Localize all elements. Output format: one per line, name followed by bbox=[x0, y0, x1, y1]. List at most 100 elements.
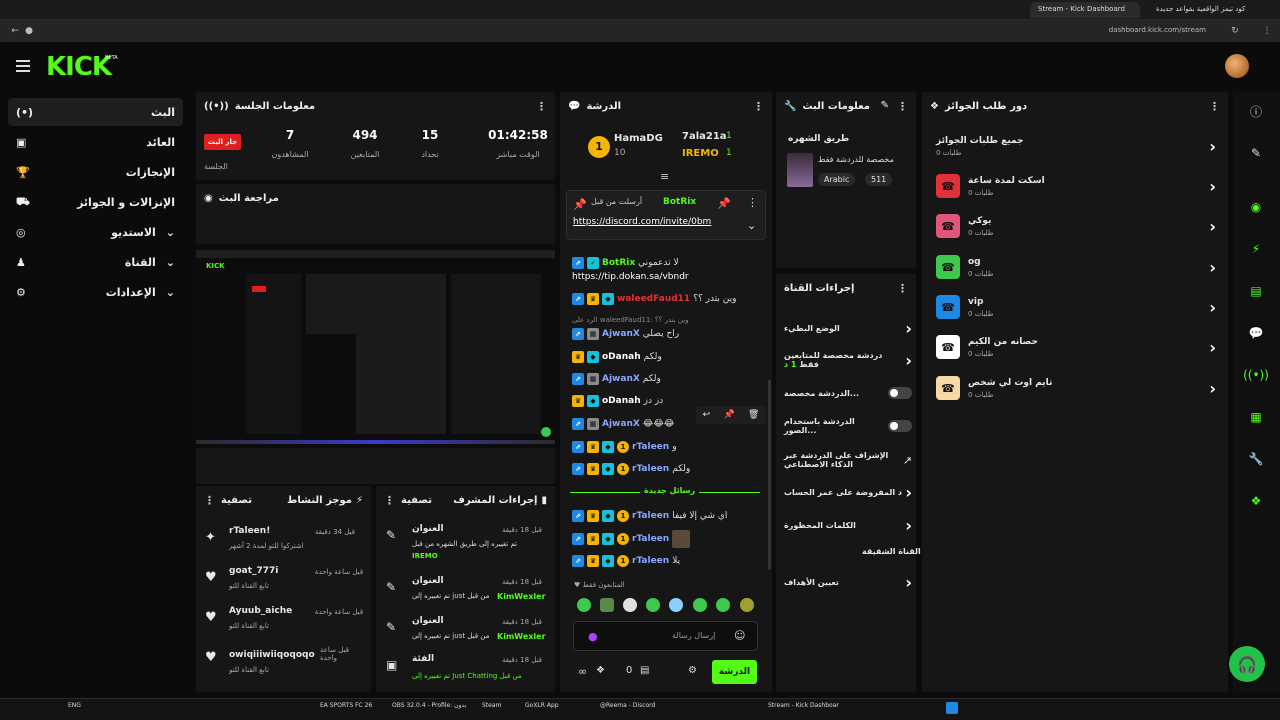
filter-button[interactable]: تصفية bbox=[401, 495, 432, 506]
infinity-icon[interactable]: ∞ bbox=[578, 665, 587, 678]
sidebar-item-drops[interactable]: ⛟ الإنزالات و الجوائز bbox=[8, 188, 183, 216]
mod-user[interactable]: IREMO bbox=[412, 552, 438, 560]
emote-icon[interactable] bbox=[716, 598, 730, 612]
chat-user[interactable]: oDanah bbox=[602, 352, 641, 362]
sidebar-item-revenue[interactable]: ▣ العائد bbox=[8, 128, 183, 156]
chat-message[interactable]: ⇗ ♛ ◆ 1 rTaleen ولكم bbox=[572, 460, 690, 478]
emote-icon[interactable] bbox=[623, 598, 637, 612]
chat-image[interactable] bbox=[672, 530, 691, 548]
chat-input[interactable]: ● إرسال رسالة ☺ bbox=[573, 621, 758, 651]
stream-preview-video[interactable]: KICK bbox=[196, 244, 555, 448]
reward-item[interactable]: ☎ يوكي 0 طلبات › bbox=[936, 208, 1216, 244]
reward-all-item[interactable]: جميع طلبات الجوائز 0 طلبات › bbox=[936, 128, 1216, 164]
reply-icon[interactable]: ↩ bbox=[703, 410, 711, 420]
info-icon[interactable]: ⓘ bbox=[1245, 100, 1267, 122]
emoji-icon[interactable]: ☺ bbox=[734, 629, 745, 642]
document-icon[interactable]: ▤ bbox=[1245, 280, 1267, 302]
slow-mode-item[interactable]: الوضع البطيء › bbox=[784, 318, 912, 338]
profile-icon[interactable]: ● bbox=[24, 26, 34, 36]
emote-only-item[interactable]: الدردشة باستخدام الصور... bbox=[784, 417, 912, 435]
reward-item[interactable]: ☎ حصانه من الكيم 0 طلبات › bbox=[936, 329, 1216, 365]
reward-item[interactable]: ☎ vip 0 طلبات › bbox=[936, 289, 1216, 325]
chat-message[interactable]: ⇗ ♛ ◆ 1 rTaleen اي شي إلا فيفا bbox=[572, 507, 727, 525]
tab-kick-dashboard[interactable]: Stream - Kick Dashboard bbox=[1030, 2, 1140, 18]
emote-icon[interactable] bbox=[600, 598, 614, 612]
sidebar-item-stream[interactable]: (•) البث bbox=[8, 98, 183, 126]
activity-user[interactable]: goat_777i bbox=[229, 566, 278, 576]
taskbar-app[interactable]: EA SPORTS FC 26 bbox=[320, 702, 372, 709]
hamburger-menu-icon[interactable] bbox=[16, 60, 30, 72]
taskbar-app[interactable]: Steam bbox=[482, 702, 501, 709]
ai-moderation-item[interactable]: الإشراف على الدردشة عبر الذكاء الاصطناعي… bbox=[784, 446, 912, 474]
chat-message[interactable]: ⇗ ▦ AjwanX ولكم bbox=[572, 370, 661, 388]
send-chat-button[interactable]: الدرشة bbox=[712, 660, 757, 684]
mod-user[interactable]: KimWexler bbox=[497, 592, 546, 601]
kick-logo[interactable]: KICK bbox=[46, 52, 112, 82]
reward-item[interactable]: ☎ اسكت لمدة ساعة 0 طلبات › bbox=[936, 168, 1216, 204]
chat-text[interactable]: https://tip.dokan.sa/vbndr bbox=[572, 272, 689, 282]
language-indicator[interactable]: ENG bbox=[68, 702, 81, 709]
support-chat-button[interactable]: 🎧 bbox=[1229, 646, 1265, 682]
bolt-icon[interactable]: ⚡ bbox=[1245, 238, 1267, 260]
chat-user[interactable]: rTaleen bbox=[632, 534, 669, 544]
sister-channel-item[interactable]: القناة الشقيقة bbox=[862, 547, 921, 556]
chat-message[interactable]: ⇗ ♛ ◆ 1 rTaleen يلا bbox=[572, 552, 680, 570]
chat-user[interactable]: AjwanX bbox=[602, 419, 640, 429]
emote-icon[interactable] bbox=[740, 598, 754, 612]
chat-user[interactable]: rTaleen bbox=[632, 511, 669, 521]
chat-message[interactable]: https://tip.dokan.sa/vbndr bbox=[572, 268, 689, 286]
windows-start-icon[interactable] bbox=[946, 702, 958, 714]
chat-user[interactable]: rTaleen bbox=[632, 464, 669, 474]
activity-user[interactable]: Ayuub_aiche bbox=[229, 606, 292, 616]
more-options-icon[interactable]: ⋮ bbox=[384, 494, 395, 507]
stream-tag[interactable]: Arabic bbox=[818, 173, 856, 186]
emote-only-toggle[interactable] bbox=[888, 420, 912, 432]
activity-user[interactable]: owiqiiiwiiqoqoqo bbox=[229, 650, 315, 660]
taskbar-app[interactable]: GoXLR App bbox=[525, 702, 559, 709]
sidebar-item-studio[interactable]: ◎ الاستديو ⌄ bbox=[8, 218, 183, 246]
followers-only-item[interactable]: دردشة مخصصة للمتابعين فقط 1 د › bbox=[784, 346, 912, 374]
pinned-link[interactable]: https://discord.com/invite/0bm bbox=[573, 217, 711, 227]
mod-user[interactable]: KimWexler bbox=[497, 632, 546, 641]
camera-icon[interactable]: ◉ bbox=[1245, 196, 1267, 218]
menu-icon[interactable]: ⋮ bbox=[1262, 26, 1272, 36]
filter-button[interactable]: تصفية bbox=[221, 495, 252, 506]
more-options-icon[interactable]: ⋮ bbox=[536, 100, 547, 113]
emote-icon[interactable] bbox=[646, 598, 660, 612]
collapse-icon[interactable]: ≡ bbox=[660, 170, 669, 183]
chat-user[interactable]: rTaleen bbox=[632, 442, 669, 452]
points-icon[interactable]: ❖ bbox=[596, 665, 605, 676]
chat-user[interactable]: waleedFaud11 bbox=[617, 294, 690, 304]
taskbar-app[interactable]: Stream - Kick Dashboar bbox=[768, 702, 839, 709]
chat-user[interactable]: AjwanX bbox=[602, 329, 640, 339]
back-icon[interactable]: ← bbox=[10, 26, 20, 36]
sidebar-item-settings[interactable]: ⚙ الإعدادات ⌄ bbox=[8, 278, 183, 306]
reward-item[interactable]: ☎ تايم اوت لي شخص 0 طلبات › bbox=[936, 370, 1216, 406]
chat-user[interactable]: oDanah bbox=[602, 396, 641, 406]
layout-icon[interactable]: ▦ bbox=[1245, 406, 1267, 428]
chevron-down-icon[interactable]: ⌄ bbox=[747, 219, 756, 232]
chat-message[interactable]: ♛ ◆ oDanah ولكم bbox=[572, 348, 662, 366]
chat-message[interactable]: ♛ ◆ oDanah دز دز bbox=[572, 392, 663, 410]
rewards-icon[interactable]: ❖ bbox=[1245, 490, 1267, 512]
chat-user[interactable]: AjwanX bbox=[602, 374, 640, 384]
subs-only-item[interactable]: الدردشة مخصصة... bbox=[784, 384, 912, 402]
sidebar-item-achievements[interactable]: 🏆 الإنجازات bbox=[8, 158, 183, 186]
more-options-icon[interactable]: ⋮ bbox=[753, 100, 764, 113]
more-options-icon[interactable]: ⋮ bbox=[1209, 100, 1220, 113]
stream-category[interactable]: طريق الشهره bbox=[788, 134, 849, 144]
refresh-icon[interactable]: ↻ bbox=[1230, 26, 1240, 36]
more-options-icon[interactable]: ⋮ bbox=[747, 196, 758, 209]
account-age-item[interactable]: د المفروضة على عمر الحساب › bbox=[784, 483, 912, 502]
pinned-user[interactable]: BotRix bbox=[663, 197, 696, 207]
subs-only-toggle[interactable] bbox=[888, 387, 912, 399]
activity-user[interactable]: rTaleen! bbox=[229, 526, 270, 536]
chat-message[interactable]: ⇗ ♛ ◆ waleedFaud11 وين بتدر ؟؟ bbox=[572, 290, 736, 308]
chat-message[interactable]: ⇗ ♛ ◆ 1 rTaleen و bbox=[572, 438, 677, 456]
shop-icon[interactable]: ▤ bbox=[640, 665, 649, 676]
set-goals-item[interactable]: تعيين الأهداف › bbox=[784, 573, 912, 592]
emote-icon[interactable] bbox=[693, 598, 707, 612]
chat-icon[interactable]: 💬 bbox=[1245, 322, 1267, 344]
chat-message[interactable]: ⇗ ▦ AjwanX 😂😂😂 bbox=[572, 415, 674, 433]
chat-user[interactable]: BotRix bbox=[602, 258, 635, 268]
